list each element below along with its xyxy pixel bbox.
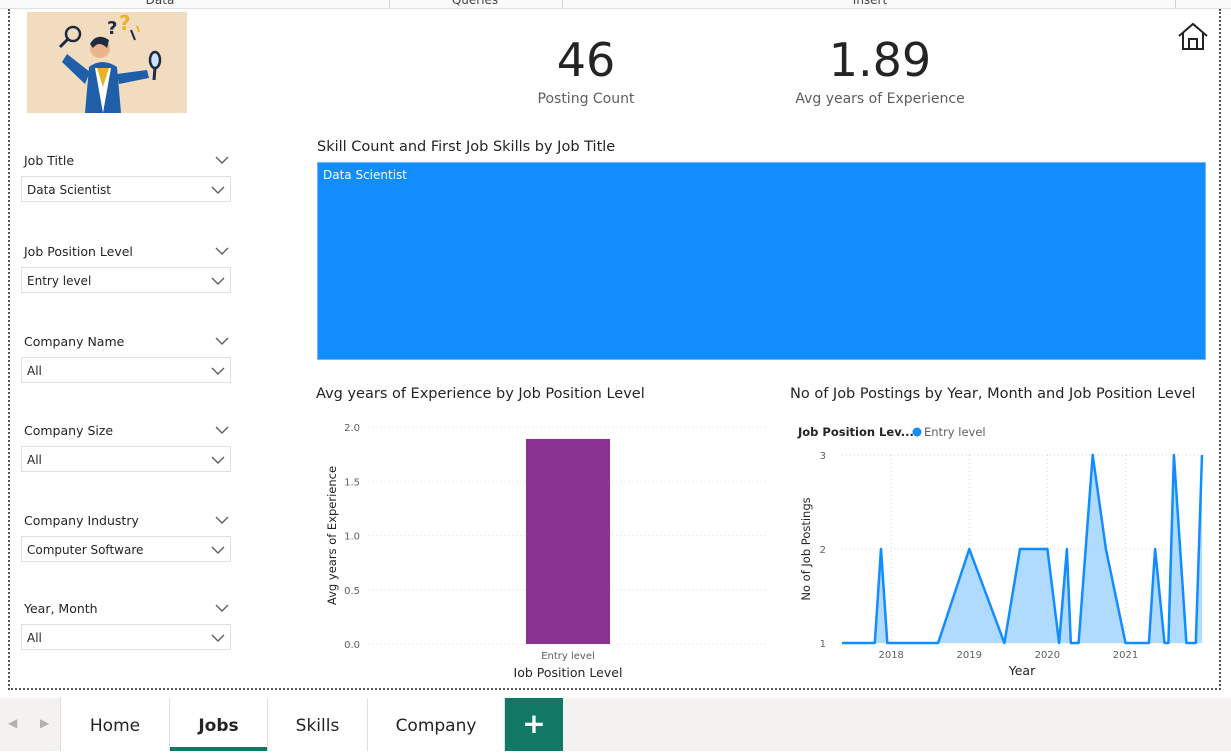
scroll-left-icon[interactable]: ◀ [8, 716, 17, 730]
add-page-button[interactable]: + [505, 698, 563, 751]
y-tick-label: 1 [820, 639, 826, 650]
x-tick-label: Entry level [541, 651, 595, 662]
slicer-value: All [27, 364, 42, 378]
y-axis-title: No of Job Postings [799, 497, 813, 600]
chevron-down-icon [211, 634, 225, 642]
svg-text:?: ? [119, 12, 131, 35]
scroll-right-icon[interactable]: ▶ [40, 716, 49, 730]
x-tick-label: 2020 [1035, 650, 1060, 661]
slicer-title-company-size: Company Size [24, 423, 114, 438]
y-tick-label: 0.0 [344, 640, 360, 651]
y-tick-label: 2 [820, 545, 826, 556]
slicer-value: Entry level [27, 274, 92, 288]
slicer-dropdown-company-size[interactable]: All [21, 446, 231, 472]
ribbon-queries[interactable]: Queries [440, 0, 510, 8]
chevron-down-icon[interactable] [215, 336, 229, 346]
avg-experience-label: Avg years of Experience [795, 91, 965, 107]
bar-entry-level [526, 438, 610, 644]
x-tick-label: 2018 [878, 650, 903, 661]
posting-count-value: 46 [556, 33, 616, 87]
y-tick-label: 1.5 [344, 477, 360, 488]
chevron-down-icon[interactable] [215, 425, 229, 435]
tab-skills[interactable]: Skills [268, 698, 368, 751]
chevron-down-icon [211, 546, 225, 554]
slicer-value: Computer Software [27, 543, 144, 557]
slicer-value: All [27, 631, 42, 645]
tab-company[interactable]: Company [368, 698, 505, 751]
ribbon-data[interactable]: Data [130, 0, 190, 8]
ribbon-divider [389, 0, 390, 8]
bar-chart: 0.0 0.5 1.0 1.5 2.0 Entry level Job Position L… [325, 423, 768, 677]
x-axis-title: Year [1008, 663, 1036, 677]
legend-marker [912, 427, 922, 437]
area-chart: Job Position Lev... Entry level 1 2 3 2018 201… [797, 425, 1204, 677]
slicer-dropdown-company-industry[interactable]: Computer Software [21, 536, 231, 562]
bar-chart-title: Avg years of Experience by Job Position … [316, 386, 645, 402]
logo-illustration: ? ? [27, 12, 187, 113]
treemap-title: Skill Count and First Job Skills by Job … [317, 139, 616, 155]
report-canvas: ? ? 46 Posting Count 1.89 Avg years of E… [8, 9, 1221, 690]
ribbon-divider [1175, 0, 1176, 8]
slicer-title-job-position-level: Job Position Level [24, 244, 133, 259]
home-icon[interactable] [1176, 21, 1210, 51]
slicer-dropdown-job-position-level[interactable]: Entry level [21, 267, 231, 293]
slicer-dropdown-company-name[interactable]: All [21, 357, 231, 383]
slicer-title-company-name: Company Name [24, 334, 125, 349]
line-chart-title: No of Job Postings by Year, Month and Jo… [790, 386, 1196, 402]
slicer-title-job-title: Job Title [24, 153, 75, 168]
page-tabs-bar: ◀ ▶ Home Jobs Skills Company + [0, 698, 1231, 751]
slicer-value: All [27, 453, 42, 467]
y-tick-label: 1.0 [344, 532, 360, 543]
ribbon-divider [562, 0, 563, 8]
ribbon-insert[interactable]: Insert [840, 0, 900, 8]
tab-jobs[interactable]: Jobs [170, 698, 268, 751]
chevron-down-icon[interactable] [215, 155, 229, 165]
posting-count-label: Posting Count [537, 91, 635, 107]
y-tick-label: 0.5 [344, 586, 360, 597]
slicer-value: Data Scientist [27, 183, 111, 197]
y-tick-label: 2.0 [344, 423, 360, 434]
chevron-down-icon [211, 456, 225, 464]
slicer-title-year-month: Year, Month [24, 601, 98, 616]
treemap-tile-data-scientist[interactable]: Data Scientist [317, 162, 1206, 360]
x-tick-label: 2021 [1113, 650, 1138, 661]
chevron-down-icon [211, 367, 225, 375]
x-tick-label: 2019 [957, 650, 982, 661]
tab-home[interactable]: Home [60, 698, 170, 751]
chevron-down-icon[interactable] [215, 515, 229, 525]
y-tick-label: 3 [820, 451, 826, 462]
chevron-down-icon [211, 186, 225, 194]
treemap-tile-label: Data Scientist [323, 168, 407, 182]
avg-experience-value: 1.89 [828, 33, 932, 87]
x-axis-title: Job Position Level [513, 665, 623, 677]
svg-text:?: ? [107, 18, 117, 39]
y-axis-title: Avg years of Experience [325, 466, 339, 605]
legend-title: Job Position Lev... [797, 425, 914, 439]
legend-entry: Entry level [924, 425, 986, 439]
chevron-down-icon [211, 277, 225, 285]
chevron-down-icon[interactable] [215, 603, 229, 613]
slicer-dropdown-year-month[interactable]: All [21, 624, 231, 650]
chevron-down-icon[interactable] [215, 246, 229, 256]
slicer-title-company-industry: Company Industry [24, 513, 139, 528]
slicer-dropdown-job-title[interactable]: Data Scientist [21, 176, 231, 202]
ribbon-strip: Data Queries Insert [0, 0, 1231, 9]
